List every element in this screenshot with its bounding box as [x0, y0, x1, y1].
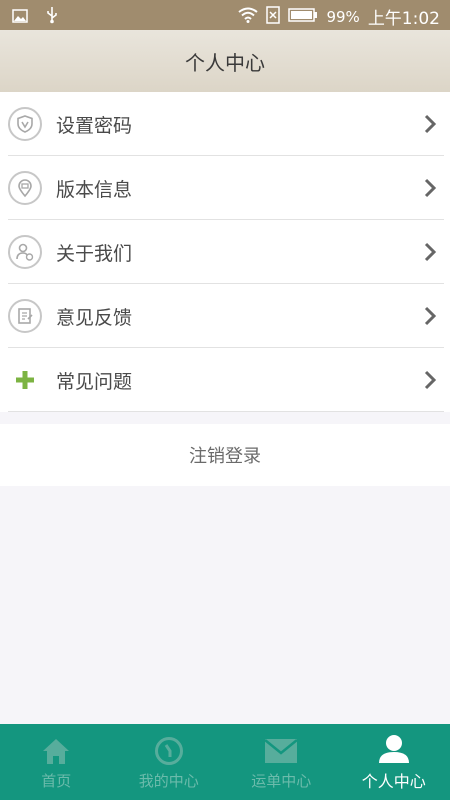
logout-button[interactable]: 注销登录: [0, 424, 450, 486]
menu-item-feedback[interactable]: 意见反馈: [0, 284, 450, 348]
menu-list: 设置密码 版本信息 关于我们 意见反馈 常见问题: [0, 92, 450, 412]
location-pin-icon: [8, 171, 42, 205]
menu-item-version-info[interactable]: 版本信息: [0, 156, 450, 220]
nav-item-waybill-center[interactable]: 运单中心: [225, 724, 338, 800]
menu-item-set-password[interactable]: 设置密码: [0, 92, 450, 156]
home-icon: [39, 734, 73, 768]
battery-percent: 99%: [326, 7, 360, 26]
mail-icon: [264, 734, 299, 768]
nav-label: 运单中心: [251, 771, 312, 790]
chevron-right-icon: [418, 112, 442, 136]
status-bar: 99% 上午1:02: [0, 0, 450, 30]
nav-label: 我的中心: [138, 771, 199, 790]
clock-icon: [152, 734, 186, 768]
page-title: 个人中心: [185, 50, 265, 75]
chevron-right-icon: [418, 304, 442, 328]
clipboard-icon: [8, 299, 42, 333]
section-divider: [0, 412, 450, 424]
bottom-nav: 首页 我的中心 运单中心 个人中心: [0, 724, 450, 800]
nav-item-home[interactable]: 首页: [0, 724, 113, 800]
usb-icon: [46, 6, 58, 28]
battery-icon: [288, 7, 318, 27]
chevron-right-icon: [418, 240, 442, 264]
menu-item-label: 意见反馈: [56, 306, 133, 329]
plus-icon: [8, 363, 42, 397]
nav-item-my-center[interactable]: 我的中心: [113, 724, 226, 800]
menu-item-label: 设置密码: [56, 114, 133, 137]
no-sim-icon: [266, 5, 281, 28]
title-bar: 个人中心: [0, 30, 450, 92]
chevron-right-icon: [418, 176, 442, 200]
people-icon: [8, 235, 42, 269]
menu-item-label: 关于我们: [56, 242, 133, 265]
clock-time: 上午1:02: [367, 9, 440, 29]
wifi-icon: [238, 7, 259, 27]
nav-item-personal-center[interactable]: 个人中心: [338, 724, 450, 800]
menu-item-about-us[interactable]: 关于我们: [0, 220, 450, 284]
image-icon: [12, 8, 28, 27]
nav-label: 个人中心: [361, 772, 426, 791]
menu-item-label: 版本信息: [56, 178, 133, 201]
menu-item-label: 常见问题: [56, 370, 133, 393]
person-icon: [377, 732, 411, 766]
nav-label: 首页: [41, 771, 72, 790]
menu-item-faq[interactable]: 常见问题: [0, 348, 450, 412]
logout-label: 注销登录: [189, 446, 261, 467]
shield-icon: [8, 107, 42, 141]
chevron-right-icon: [418, 368, 442, 392]
